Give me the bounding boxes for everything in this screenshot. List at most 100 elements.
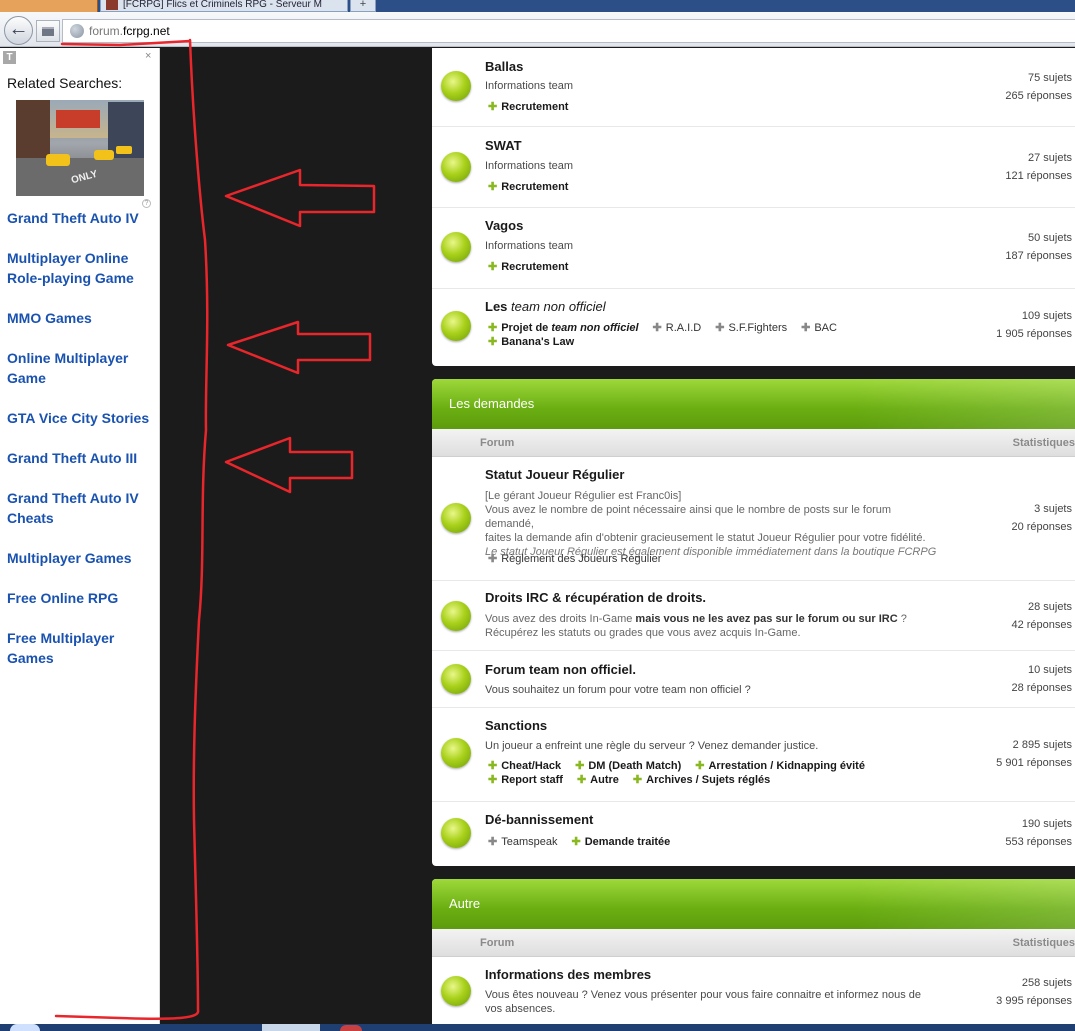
- column-forum: Forum: [480, 937, 515, 949]
- related-link[interactable]: Free Online RPG: [7, 588, 157, 608]
- subforum-link[interactable]: ✚ Recrutement: [488, 260, 568, 274]
- subforum-label: Report staff: [501, 774, 563, 786]
- subforum-link[interactable]: ✚ R.A.I.D: [653, 321, 702, 335]
- forum-row-debannissement[interactable]: Dé-bannissement ✚ Teamspeak ✚ Demande trait…: [432, 802, 1075, 866]
- subforum-link[interactable]: ✚ Recrutement: [488, 180, 568, 194]
- related-link[interactable]: Multiplayer Online Role-playing Game: [7, 248, 157, 288]
- subforum-link[interactable]: ✚ BAC: [801, 321, 837, 335]
- forum-title[interactable]: Forum team non officiel.: [485, 662, 636, 677]
- category-header[interactable]: Les demandes: [432, 379, 1075, 429]
- subforum-label-italic: team non officiel: [551, 322, 639, 334]
- image-taxi: [116, 146, 132, 154]
- forum-row-membres[interactable]: Informations des membres Vous êtes nouve…: [432, 958, 1075, 1024]
- plus-icon: ✚: [488, 101, 498, 113]
- apps-button[interactable]: [36, 20, 60, 42]
- related-link[interactable]: MMO Games: [7, 308, 157, 328]
- desc-line: Vous êtes nouveau ? Venez vous présenter…: [485, 989, 921, 1001]
- subforum-list: ✚ Recrutement: [488, 180, 958, 194]
- status-ball-icon: [441, 152, 471, 182]
- taskbar-app-icon[interactable]: [340, 1025, 362, 1031]
- category-header[interactable]: Autre: [432, 879, 1075, 929]
- forum-row-sanctions[interactable]: Sanctions Un joueur a enfreint une règle…: [432, 708, 1075, 802]
- subforum-link[interactable]: ✚ Banana's Law: [488, 335, 574, 349]
- forum-title[interactable]: SWAT: [485, 138, 522, 153]
- forum-title[interactable]: Sanctions: [485, 718, 547, 733]
- forum-description: [Le gérant Joueur Régulier est Franc0is]…: [485, 489, 940, 559]
- forum-row-team-non-officiel[interactable]: Les team non officiel ✚ Projet de team no…: [432, 289, 1075, 366]
- image-billboard: [56, 110, 100, 128]
- back-button[interactable]: ←: [4, 16, 33, 45]
- subforum-label: Demande traitée: [584, 836, 671, 848]
- reply-count: 265 réponses: [1005, 90, 1072, 102]
- tab-active[interactable]: [FCRPG] Flics et Criminels RPG - Serveur…: [100, 0, 348, 12]
- forum-title[interactable]: Informations des membres: [485, 967, 651, 982]
- arrow-mark: [224, 168, 376, 228]
- related-link[interactable]: Online Multiplayer Game: [7, 348, 157, 388]
- tab-previous[interactable]: [0, 0, 98, 12]
- close-icon[interactable]: ×: [145, 50, 151, 62]
- topic-count: 75 sujets: [1027, 72, 1072, 84]
- plus-icon: ✚: [632, 774, 643, 786]
- forum-row-vagos[interactable]: Vagos Informations team ✚ Recrutement 50 …: [432, 208, 1075, 289]
- status-ball-icon: [441, 818, 471, 848]
- subforum-link[interactable]: ✚ Teamspeak: [488, 835, 557, 849]
- forum-row-ballas[interactable]: Ballas Informations team ✚ Recrutement 75…: [432, 48, 1075, 127]
- subforum-link[interactable]: ✚ Arrestation / Kidnapping évité: [695, 759, 865, 773]
- panel-badge-icon[interactable]: T: [3, 51, 16, 64]
- related-link[interactable]: GTA Vice City Stories: [7, 408, 157, 428]
- related-link[interactable]: Free Multiplayer Games: [7, 628, 157, 668]
- column-stats: Statistiques: [1012, 937, 1075, 949]
- reply-count: 5 901 réponses: [996, 757, 1072, 769]
- subforum-list: ✚ Projet de team non officiel ✚ R.A.I.D ✚ S.F…: [488, 321, 958, 349]
- subforum-link[interactable]: ✚ DM (Death Match): [575, 759, 681, 773]
- category-panel-autre: Autre Forum Statistiques Informations de…: [432, 879, 1075, 1024]
- forum-title[interactable]: Statut Joueur Régulier: [485, 467, 624, 482]
- subforum-list: ✚ Cheat/Hack ✚ DM (Death Match) ✚ Arrestation…: [488, 759, 958, 787]
- help-icon[interactable]: ?: [142, 199, 151, 208]
- plus-icon: ✚: [488, 774, 498, 786]
- column-forum: Forum: [480, 437, 515, 449]
- subforum-link[interactable]: ✚ S.F.Fighters: [715, 321, 787, 335]
- topic-count: 2 895 sujets: [1012, 739, 1072, 751]
- forum-title[interactable]: Ballas: [485, 59, 523, 74]
- subforum-link[interactable]: ✚ Règlement des Joueurs Régulier: [488, 552, 661, 566]
- related-link[interactable]: Multiplayer Games: [7, 548, 157, 568]
- plus-icon: ✚: [576, 774, 587, 786]
- forum-row-statut[interactable]: Statut Joueur Régulier [Le gérant Joueur…: [432, 458, 1075, 581]
- forum-title[interactable]: Vagos: [485, 218, 523, 233]
- related-link[interactable]: Grand Theft Auto III: [7, 448, 157, 468]
- forum-title[interactable]: Droits IRC & récupération de droits.: [485, 590, 706, 605]
- new-tab-button[interactable]: +: [350, 0, 376, 12]
- forum-row-swat[interactable]: SWAT Informations team ✚ Recrutement 27 s…: [432, 127, 1075, 208]
- desc-line: faites la demande afin d'obtenir gracieu…: [485, 532, 926, 544]
- subforum-link[interactable]: ✚ Report staff: [488, 773, 563, 787]
- desc-part: ?: [897, 613, 907, 625]
- city-street-image[interactable]: ONLY: [16, 100, 144, 196]
- related-link[interactable]: Grand Theft Auto IV: [7, 208, 157, 228]
- topic-count: 109 sujets: [1021, 310, 1072, 322]
- subforum-link[interactable]: ✚ Demande traitée: [571, 835, 670, 849]
- subforum-link[interactable]: ✚ Autre: [577, 773, 619, 787]
- forum-row-irc[interactable]: Droits IRC & récupération de droits. Vou…: [432, 581, 1075, 651]
- forum-stats: 27 sujets 121 réponses: [942, 149, 1072, 185]
- subforum-link[interactable]: ✚ Archives / Sujets réglés: [633, 773, 770, 787]
- forum-title[interactable]: Les team non officiel: [485, 299, 606, 314]
- subforum-link[interactable]: ✚ Projet de team non officiel: [488, 321, 639, 335]
- subforum-link[interactable]: ✚ Cheat/Hack: [488, 759, 561, 773]
- subforum-label: Recrutement: [501, 261, 569, 273]
- taskbar-item[interactable]: [262, 1024, 320, 1031]
- forum-panel-teams: Ballas Informations team ✚ Recrutement 75…: [432, 48, 1075, 366]
- plus-icon: ✚: [571, 836, 581, 848]
- forum-stats: 3 sujets 20 réponses: [942, 500, 1072, 536]
- related-link[interactable]: Grand Theft Auto IV Cheats: [7, 488, 157, 528]
- forum-title[interactable]: Dé-bannissement: [485, 812, 593, 827]
- plus-icon: ✚: [488, 336, 498, 348]
- tab-favicon-icon: [106, 0, 118, 10]
- forum-row-forum-team[interactable]: Forum team non officiel. Vous souhaitez …: [432, 651, 1075, 708]
- subforum-link[interactable]: ✚ Recrutement: [488, 100, 568, 114]
- reply-count: 187 réponses: [1005, 250, 1072, 262]
- start-button[interactable]: [10, 1024, 40, 1031]
- related-searches-list: Grand Theft Auto IV Multiplayer Online R…: [7, 208, 157, 688]
- desc-line: Vous avez le nombre de point nécessaire …: [485, 504, 892, 530]
- address-bar[interactable]: forum.fcrpg.net: [62, 19, 1075, 43]
